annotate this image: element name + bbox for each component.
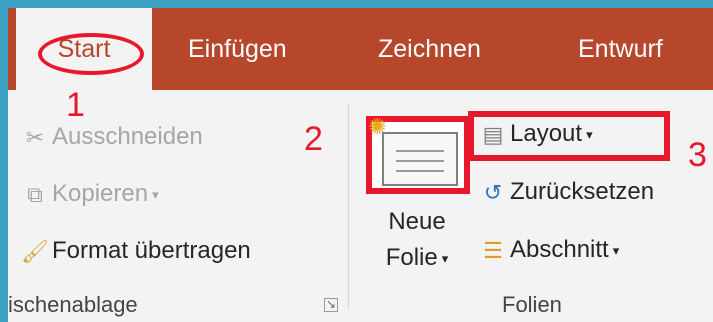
- annotation-number-2: 2: [304, 120, 323, 158]
- copy-label: Kopieren: [52, 180, 149, 207]
- scissors-icon: ✂: [25, 124, 45, 150]
- layout-icon: ▤: [482, 121, 504, 147]
- reset-icon: ↺: [483, 179, 503, 205]
- section-icon: ☰: [483, 237, 503, 263]
- dialog-launcher-icon[interactable]: ↘: [324, 298, 338, 312]
- new-slide-icon: ✺: [366, 114, 470, 194]
- layout-label: Layout: [510, 120, 583, 147]
- copy-icon: ⧉: [27, 181, 43, 207]
- annotation-number-3: 3: [688, 136, 707, 174]
- copy-button[interactable]: ⧉ Kopieren ▾: [18, 174, 159, 214]
- powerpoint-ribbon: Start Einfügen Zeichnen Entwurf 1 2 3 ✂ A…: [8, 8, 713, 322]
- section-button[interactable]: ☰ Abschnitt ▾: [476, 230, 619, 270]
- new-slide-button[interactable]: ✺ Neue Folie ▾: [360, 110, 470, 310]
- reset-label: Zurücksetzen: [510, 178, 655, 205]
- slide-thumbnail-icon: [382, 132, 458, 186]
- tab-zeichnen[interactable]: Zeichnen: [378, 8, 481, 90]
- reset-button[interactable]: ↺ Zurücksetzen: [476, 172, 654, 212]
- clipboard-group-label: ischenablage: [8, 292, 138, 317]
- start-highlight-ellipse: [38, 33, 144, 75]
- format-painter-icon: 🖌: [21, 238, 49, 264]
- tab-entwurf[interactable]: Entwurf: [578, 8, 663, 90]
- format-painter-button[interactable]: 🖌 Format übertragen: [18, 231, 251, 271]
- chevron-down-icon: ▾: [612, 242, 620, 258]
- layout-button[interactable]: ▤ Layout ▾: [476, 114, 593, 154]
- cut-label: Ausschneiden: [52, 123, 203, 150]
- group-separator: [348, 104, 349, 309]
- chevron-down-icon: ▾: [152, 186, 159, 202]
- new-slide-label-line2: Folie ▾: [372, 244, 462, 272]
- cut-button[interactable]: ✂ Ausschneiden: [18, 117, 203, 157]
- slides-group-label: Folien: [502, 292, 562, 317]
- chevron-down-icon: ▾: [441, 250, 449, 266]
- tab-einfuegen[interactable]: Einfügen: [188, 8, 287, 90]
- new-slide-label-line1: Neue: [388, 208, 446, 235]
- new-slide-label-text: Folie: [385, 244, 438, 271]
- section-label: Abschnitt: [510, 236, 609, 263]
- chevron-down-icon: ▾: [586, 126, 593, 142]
- format-painter-label: Format übertragen: [52, 237, 251, 264]
